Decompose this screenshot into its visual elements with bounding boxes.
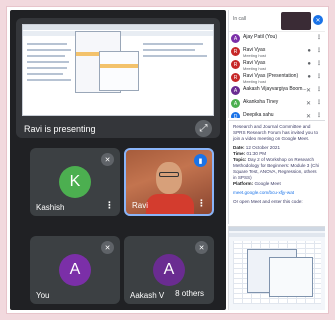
person-row[interactable]: A Akanksha Tiney ✕ ⋮ xyxy=(229,97,325,110)
person-row[interactable]: R Ravi Vyas (Presentation) Meeting host … xyxy=(229,71,325,84)
mic-icon: ● xyxy=(307,74,311,80)
person-name: Deepika sahu xyxy=(243,112,274,118)
person-name: Aakash Vijayvargiya Boom... xyxy=(243,86,307,92)
participant-tile-kashish[interactable]: K ✕ Kashish ⋮ xyxy=(30,148,120,216)
presentation-tile[interactable]: Ravi is presenting ⤢ xyxy=(16,18,220,138)
participant-tile-aakash[interactable]: A ✕ Aakash V 8 others xyxy=(124,236,214,304)
avatar: R xyxy=(231,47,240,56)
participant-name: You xyxy=(36,291,50,300)
platform-value: Google Meet xyxy=(254,181,281,186)
person-row[interactable]: R Ravi Vyas Meeting host ● ⋮ xyxy=(229,58,325,71)
mic-off-icon: ✕ xyxy=(305,88,311,94)
mic-off-icon: ✕ xyxy=(101,241,114,254)
invitation-message: Research and Journal Committee and SPRS … xyxy=(228,120,325,224)
avatar: A xyxy=(59,254,91,286)
participant-tile-you[interactable]: A ✕ You xyxy=(30,236,120,304)
avatar: A xyxy=(231,34,240,43)
platform-label: Platform: xyxy=(233,181,254,186)
expand-icon[interactable]: ⤢ xyxy=(195,120,212,137)
invitation-intro: Research and Journal Committee and SPRS … xyxy=(233,124,319,141)
avatar: A xyxy=(231,99,240,108)
person-name: Akanksha Tiney xyxy=(243,99,279,105)
mic-off-icon: ✕ xyxy=(101,153,114,166)
people-topbar: In call ✕ xyxy=(229,10,325,32)
topic-label: Topic: xyxy=(233,157,247,162)
avatar: R xyxy=(231,73,240,82)
mic-icon: ● xyxy=(307,61,311,67)
mic-off-icon: ✕ xyxy=(305,101,311,107)
mic-off-icon: ✕ xyxy=(305,114,311,118)
participant-tile-ravi[interactable]: ▮ Ravi ⋮ xyxy=(124,148,214,216)
avatar: D xyxy=(231,112,240,118)
participant-name: Ravi xyxy=(132,201,149,210)
more-options-icon[interactable]: ⋮ xyxy=(316,112,322,118)
shared-screen-content xyxy=(22,24,214,116)
more-options-icon[interactable]: ⋮ xyxy=(105,200,114,211)
spreadsheet-toolbar xyxy=(229,233,325,237)
person-name: Ajay Patil (You) xyxy=(243,34,277,40)
more-options-icon[interactable]: ⋮ xyxy=(316,60,322,67)
invitation-details: Date: 12 October 2021 Time: 01:30 PM Top… xyxy=(233,145,321,187)
more-options-icon[interactable]: ⋮ xyxy=(316,99,322,106)
time-value: 01:30 PM xyxy=(246,151,267,156)
person-row[interactable]: R Ravi Vyas Meeting host ● ⋮ xyxy=(229,45,325,58)
meet-call-view: Ravi is presenting ⤢ K ✕ Kashish ⋮ ▮ Rav… xyxy=(10,10,226,310)
more-options-icon[interactable]: ⋮ xyxy=(316,34,322,41)
participant-name: Aakash V xyxy=(130,291,165,300)
person-row[interactable]: A Aakash Vijayvargiya Boom... ✕ ⋮ xyxy=(229,84,325,97)
spreadsheet-titlebar xyxy=(229,227,325,231)
more-options-icon[interactable]: ⋮ xyxy=(197,198,206,209)
topic-value: Day 2 of Workshop on Research Methodolog… xyxy=(233,157,320,180)
more-options-icon[interactable]: ⋮ xyxy=(316,86,322,93)
meet-link[interactable]: meet.google.com/bcu-xfjy-wat xyxy=(233,190,321,196)
shared-titlebar xyxy=(23,25,213,30)
person-row[interactable]: A Ajay Patil (You) ⋮ xyxy=(229,32,325,45)
more-options-icon[interactable]: ⋮ xyxy=(316,73,322,80)
avatar: R xyxy=(231,60,240,69)
speaking-indicator-icon: ▮ xyxy=(194,154,207,167)
person-row[interactable]: D Deepika sahu ✕ ⋮ xyxy=(229,110,325,118)
spreadsheet-thumbnail[interactable] xyxy=(228,226,325,310)
presenting-label: Ravi is presenting xyxy=(24,124,96,134)
participant-name: Kashish xyxy=(36,203,65,212)
shared-submenu xyxy=(99,51,139,91)
avatar: A xyxy=(153,254,185,286)
others-count-chip[interactable]: 8 others xyxy=(171,287,208,300)
video-person xyxy=(146,194,194,214)
invitation-footer: Or open Meet and enter this code: xyxy=(233,199,303,204)
spreadsheet-dialog xyxy=(269,257,313,297)
avatar: K xyxy=(59,166,91,198)
time-label: Time: xyxy=(233,151,246,156)
people-header: In call xyxy=(233,16,247,22)
mic-off-icon: ✕ xyxy=(195,241,208,254)
people-panel: In call ✕ A Ajay Patil (You) ⋮ R Ravi Vy… xyxy=(228,10,325,118)
glasses xyxy=(159,172,179,177)
date-label: Date: xyxy=(233,145,245,150)
date-value: 12 October 2021 xyxy=(245,145,281,150)
video-face xyxy=(156,162,182,194)
more-options-icon[interactable]: ⋮ xyxy=(316,47,322,54)
avatar: A xyxy=(231,86,240,95)
mic-icon: ● xyxy=(307,48,311,54)
close-icon[interactable]: ✕ xyxy=(313,15,323,25)
picture-in-picture[interactable] xyxy=(281,12,311,30)
